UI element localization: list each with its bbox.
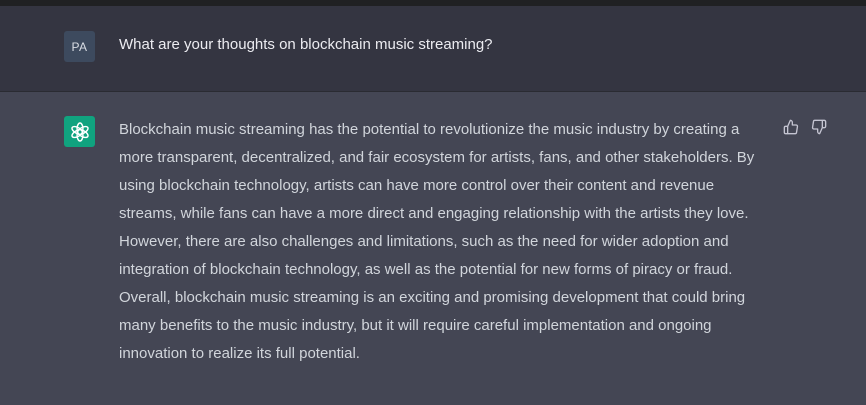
assistant-message-text: Blockchain music streaming has the poten…: [119, 121, 755, 362]
thumbs-down-icon[interactable]: [810, 118, 828, 136]
user-avatar: PA: [64, 31, 95, 62]
user-message-row: PA What are your thoughts on blockchain …: [0, 6, 866, 92]
assistant-message-row: Blockchain music streaming has the poten…: [0, 92, 866, 405]
user-message-text: What are your thoughts on blockchain mus…: [119, 36, 493, 53]
feedback-buttons: [782, 118, 828, 136]
openai-logo-icon: [64, 116, 95, 147]
thumbs-up-icon[interactable]: [782, 118, 800, 136]
